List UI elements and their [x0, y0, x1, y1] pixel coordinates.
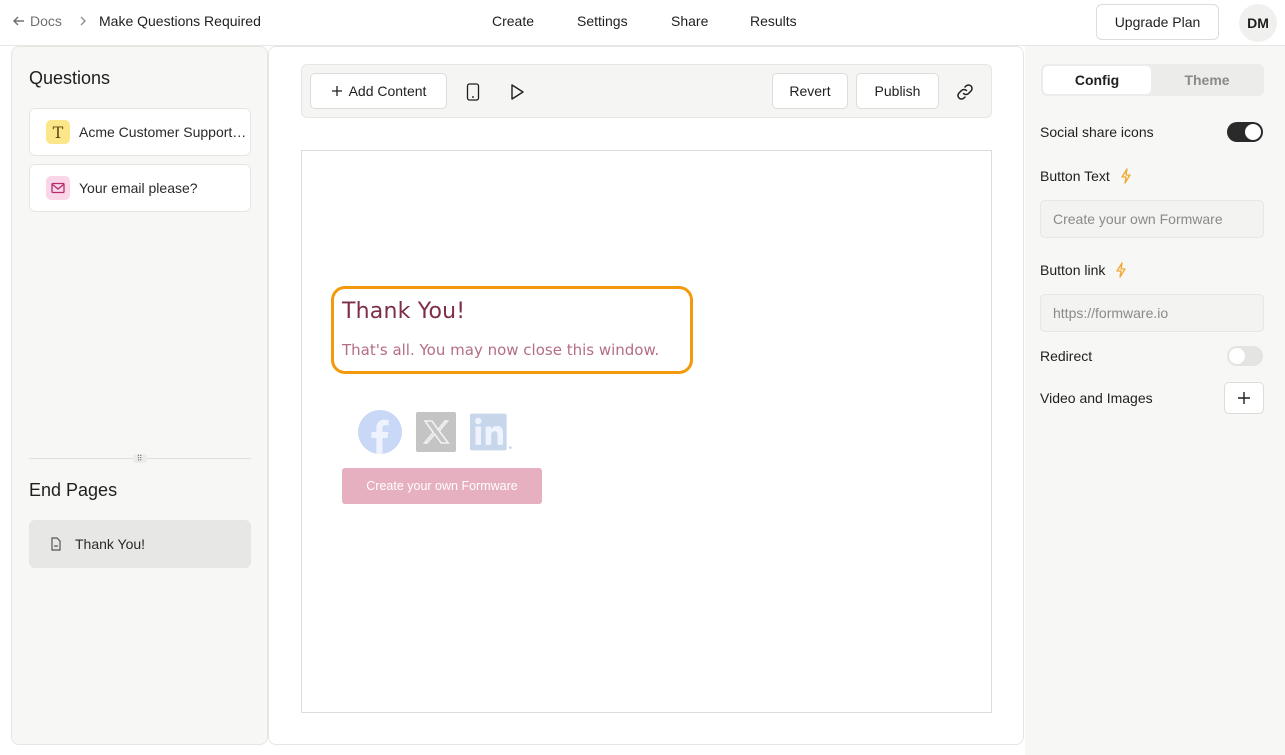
top-bar: Docs Make Questions Required Create Sett… — [0, 0, 1285, 46]
questions-title: Questions — [29, 68, 111, 88]
document-icon — [51, 537, 61, 551]
linkedin-icon[interactable] — [470, 410, 514, 454]
link-icon[interactable] — [953, 80, 977, 104]
tab-config[interactable]: Config — [1043, 66, 1151, 94]
config-panel: Config Theme Social share icons Button T… — [1025, 46, 1285, 755]
upgrade-plan-button[interactable]: Upgrade Plan — [1096, 4, 1219, 40]
nav-results[interactable]: Results — [750, 13, 797, 29]
add-content-label: Add Content — [348, 83, 427, 99]
editor-toolbar: Add Content Revert Publish — [301, 64, 992, 118]
editor-area: Add Content Revert Publish Thank You! Th… — [268, 46, 1024, 745]
video-images-text: Video and Images — [1040, 390, 1153, 406]
redirect-text: Redirect — [1040, 348, 1093, 364]
toggle-knob — [1229, 348, 1245, 364]
question-label: Your email please? — [79, 180, 198, 196]
nav-create[interactable]: Create — [492, 13, 534, 29]
lightning-icon[interactable] — [1115, 262, 1127, 278]
button-text-text: Button Text — [1040, 168, 1110, 184]
grip-icon: ⠿ — [136, 453, 144, 463]
button-link-input[interactable]: https://formware.io — [1040, 294, 1264, 332]
end-page-title[interactable]: Thank You! — [342, 299, 465, 324]
lightning-icon[interactable] — [1120, 168, 1132, 184]
config-tabs: Config Theme — [1041, 64, 1264, 96]
publish-button[interactable]: Publish — [856, 73, 939, 109]
email-icon — [46, 176, 70, 200]
create-formware-button[interactable]: Create your own Formware — [342, 468, 542, 504]
nav-settings[interactable]: Settings — [577, 13, 628, 29]
add-media-button[interactable] — [1224, 382, 1264, 414]
form-preview-canvas: Thank You! That's all. You may now close… — [301, 150, 992, 713]
revert-button[interactable]: Revert — [772, 73, 848, 109]
nav-share[interactable]: Share — [671, 13, 708, 29]
x-icon[interactable] — [414, 410, 458, 454]
facebook-icon[interactable] — [358, 410, 402, 454]
plus-icon — [331, 86, 342, 96]
end-pages-title: End Pages — [29, 480, 118, 500]
back-link-label: Docs — [30, 13, 62, 29]
question-item[interactable]: T Acme Customer Support Survey — [29, 108, 251, 156]
social-share-text: Social share icons — [1040, 124, 1154, 140]
end-page-item[interactable]: Thank You! — [29, 520, 251, 568]
play-icon[interactable] — [505, 80, 529, 104]
end-page-subtitle[interactable]: That's all. You may now close this windo… — [342, 341, 659, 359]
button-text-input[interactable]: Create your own Formware — [1040, 200, 1264, 238]
tab-theme[interactable]: Theme — [1153, 66, 1261, 94]
plus-icon — [1238, 392, 1250, 404]
avatar[interactable]: DM — [1239, 4, 1277, 42]
add-content-button[interactable]: Add Content — [310, 73, 447, 109]
end-page-label: Thank You! — [75, 536, 146, 552]
video-images-label: Video and Images — [1040, 390, 1153, 406]
mobile-preview-icon[interactable] — [461, 80, 485, 104]
back-link[interactable]: Docs — [12, 13, 62, 29]
toggle-knob — [1245, 124, 1261, 140]
page-title: Make Questions Required — [99, 13, 261, 29]
button-link-text: Button link — [1040, 262, 1106, 278]
button-link-label: Button link — [1040, 262, 1127, 278]
arrow-left-icon — [13, 16, 24, 26]
chevron-right-icon — [80, 16, 86, 26]
social-share-toggle[interactable] — [1227, 122, 1263, 142]
question-label: Acme Customer Support Survey — [79, 124, 249, 140]
button-text-label: Button Text — [1040, 168, 1132, 184]
question-item[interactable]: Your email please? — [29, 164, 251, 212]
questions-sidebar: Questions T Acme Customer Support Survey… — [11, 46, 268, 745]
resize-handle[interactable]: ⠿ — [133, 454, 147, 463]
redirect-label: Redirect — [1040, 348, 1092, 364]
social-share-label: Social share icons — [1040, 124, 1154, 140]
text-type-icon: T — [46, 120, 70, 144]
redirect-toggle[interactable] — [1227, 346, 1263, 366]
